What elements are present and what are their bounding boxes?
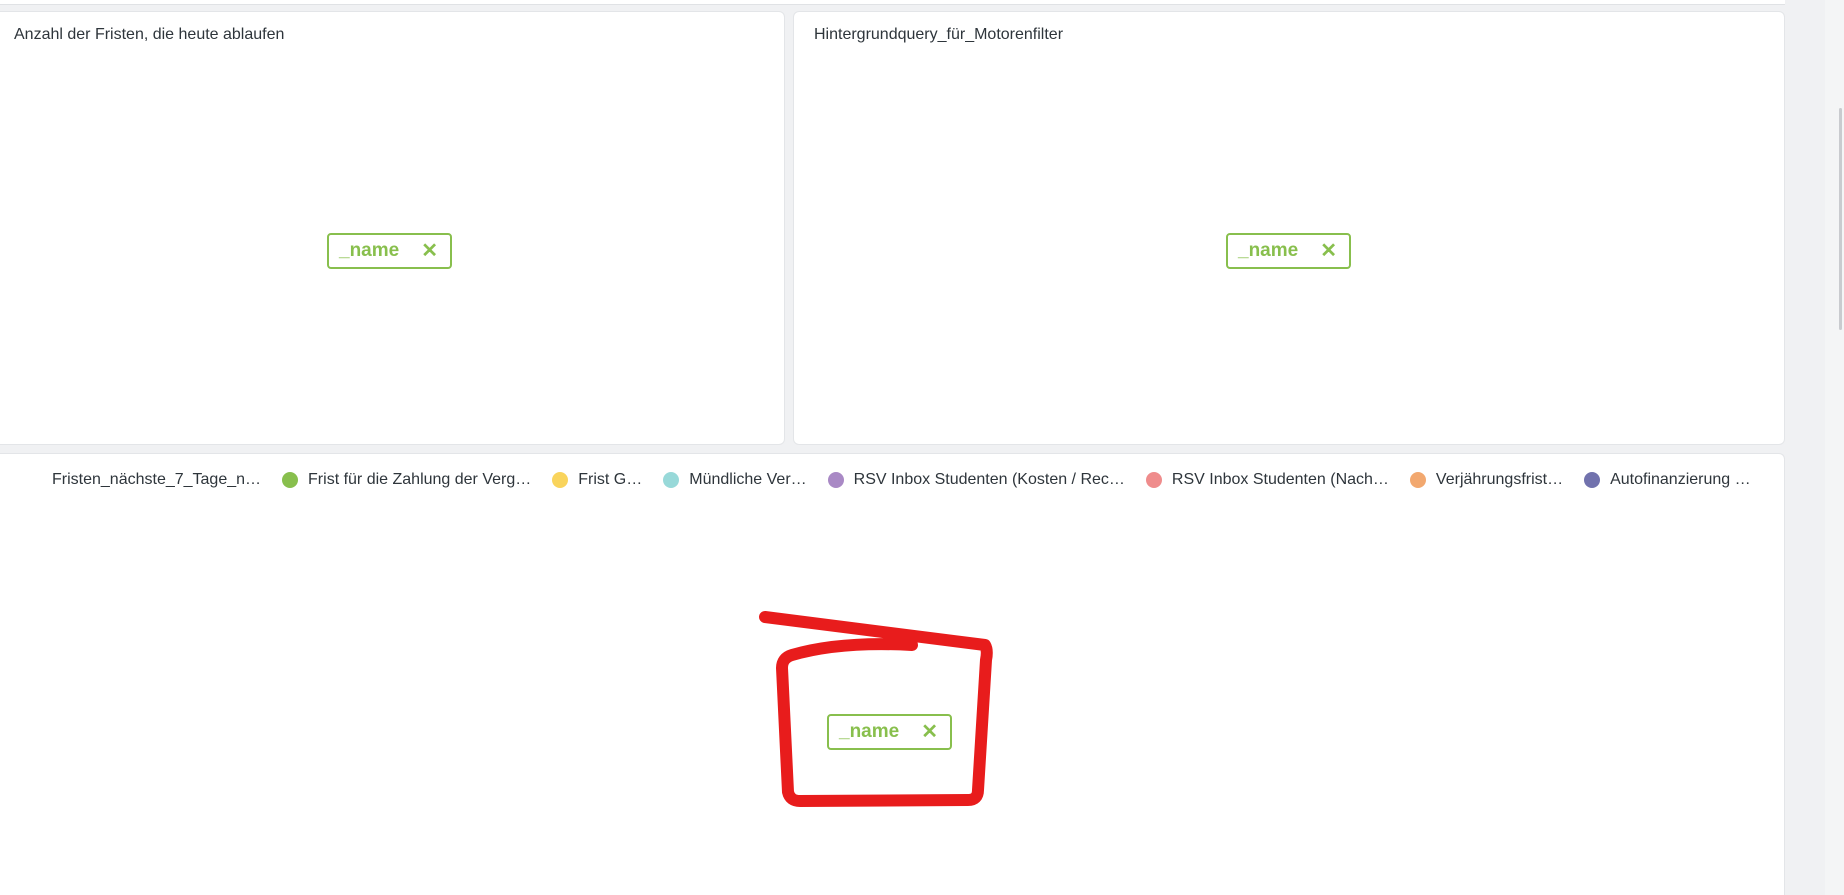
legend-dot [1584, 472, 1601, 488]
legend-item[interactable]: Autofinanzierung … [1584, 471, 1751, 489]
legend-label: Autofinanzierung … [1610, 471, 1751, 488]
card-title: Hintergrundquery_für_Motorenfilter [814, 26, 1064, 43]
legend-label: RSV Inbox Studenten (Kosten / Rec… [853, 471, 1125, 488]
dashboard-page: Anzahl der Fristen, die heute ablaufen _… [0, 0, 1844, 895]
card-title: Anzahl der Fristen, die heute ablaufen [14, 26, 285, 43]
card-fristen-naechste-7-tage: _name ✕ [0, 453, 1785, 895]
top-card-edge [0, 0, 1785, 5]
legend-dot [552, 472, 569, 488]
chip-label: _name [339, 240, 400, 261]
legend-label: Verjährungsfrist… [1435, 471, 1564, 488]
chart-legend: Fristen_nächste_7_Tage_n… Frist für die … [52, 469, 1772, 491]
legend-item[interactable]: Mündliche Ver… [663, 471, 807, 489]
legend-label: Mündliche Ver… [689, 471, 807, 488]
legend-dot [663, 472, 680, 488]
legend-label: Fristen_nächste_7_Tage_n… [52, 471, 262, 488]
close-icon[interactable]: ✕ [421, 241, 438, 261]
name-filter-chip[interactable]: _name ✕ [1226, 233, 1351, 269]
card-motorenfilter: Hintergrundquery_für_Motorenfilter _name… [793, 11, 1785, 445]
close-icon[interactable]: ✕ [1320, 241, 1337, 261]
legend-item[interactable]: Verjährungsfrist… [1409, 471, 1564, 489]
legend-item[interactable]: Frist für die Zahlung der Verg… [282, 471, 531, 489]
legend-item[interactable]: RSV Inbox Studenten (Nach… [1145, 471, 1389, 489]
legend-label: RSV Inbox Studenten (Nach… [1171, 471, 1389, 488]
legend-dot [1409, 472, 1426, 488]
legend-dot [827, 472, 844, 488]
legend-label: Frist für die Zahlung der Verg… [308, 471, 532, 488]
card-fristen-heute: Anzahl der Fristen, die heute ablaufen _… [0, 11, 785, 445]
legend-item[interactable]: RSV Inbox Studenten (Kosten / Rec… [827, 471, 1125, 489]
legend-label: Frist G… [578, 471, 643, 488]
chip-label: _name [1238, 240, 1299, 261]
legend-item[interactable]: Frist G… [552, 471, 642, 489]
legend-dot [1145, 472, 1162, 488]
legend-dot [282, 472, 299, 488]
name-filter-chip[interactable]: _name ✕ [827, 714, 952, 750]
scrollbar-thumb[interactable] [1839, 108, 1842, 330]
legend-item[interactable]: Fristen_nächste_7_Tage_n… [52, 471, 261, 489]
close-icon[interactable]: ✕ [921, 722, 938, 742]
name-filter-chip[interactable]: _name ✕ [327, 233, 452, 269]
chip-label: _name [839, 721, 900, 742]
